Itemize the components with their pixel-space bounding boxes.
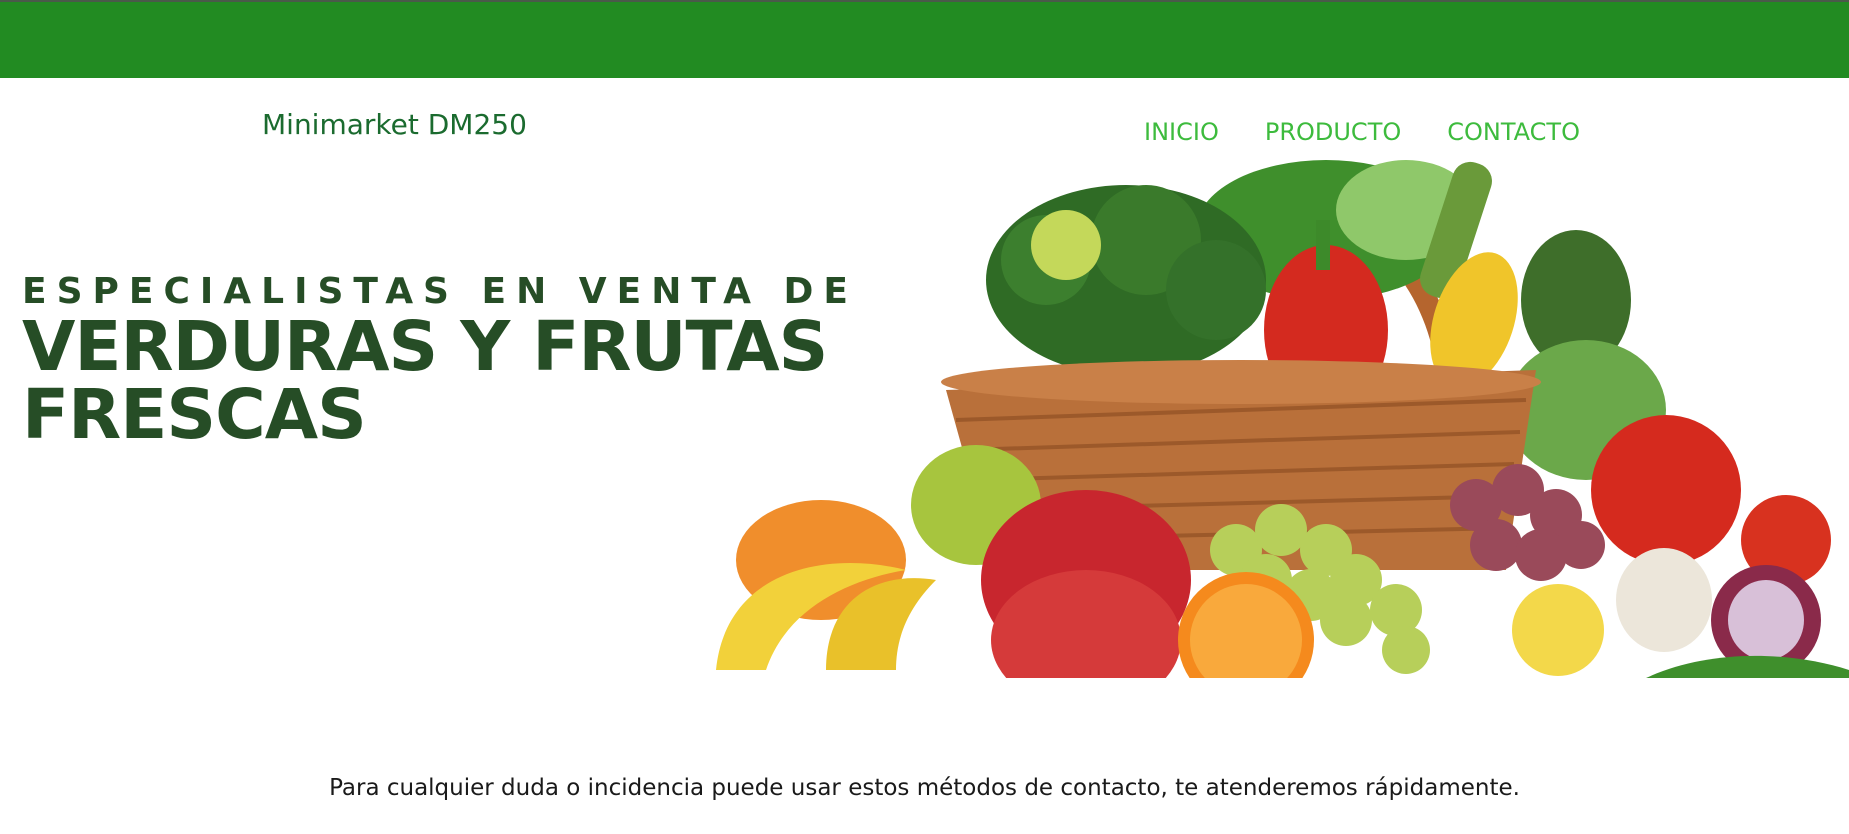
brand-name[interactable]: Minimarket DM250 (262, 108, 527, 141)
contact-note: Para cualquier duda o incidencia puede u… (329, 775, 1520, 801)
nav-item-inicio[interactable]: INICIO (1144, 118, 1219, 146)
nav-item-producto[interactable]: PRODUCTO (1265, 118, 1401, 146)
main-nav: INICIO PRODUCTO CONTACTO (1144, 118, 1580, 146)
fruit-vegetable-basket-image (706, 150, 1849, 678)
nav-item-contacto[interactable]: CONTACTO (1447, 118, 1580, 146)
top-header-bar (0, 0, 1849, 78)
